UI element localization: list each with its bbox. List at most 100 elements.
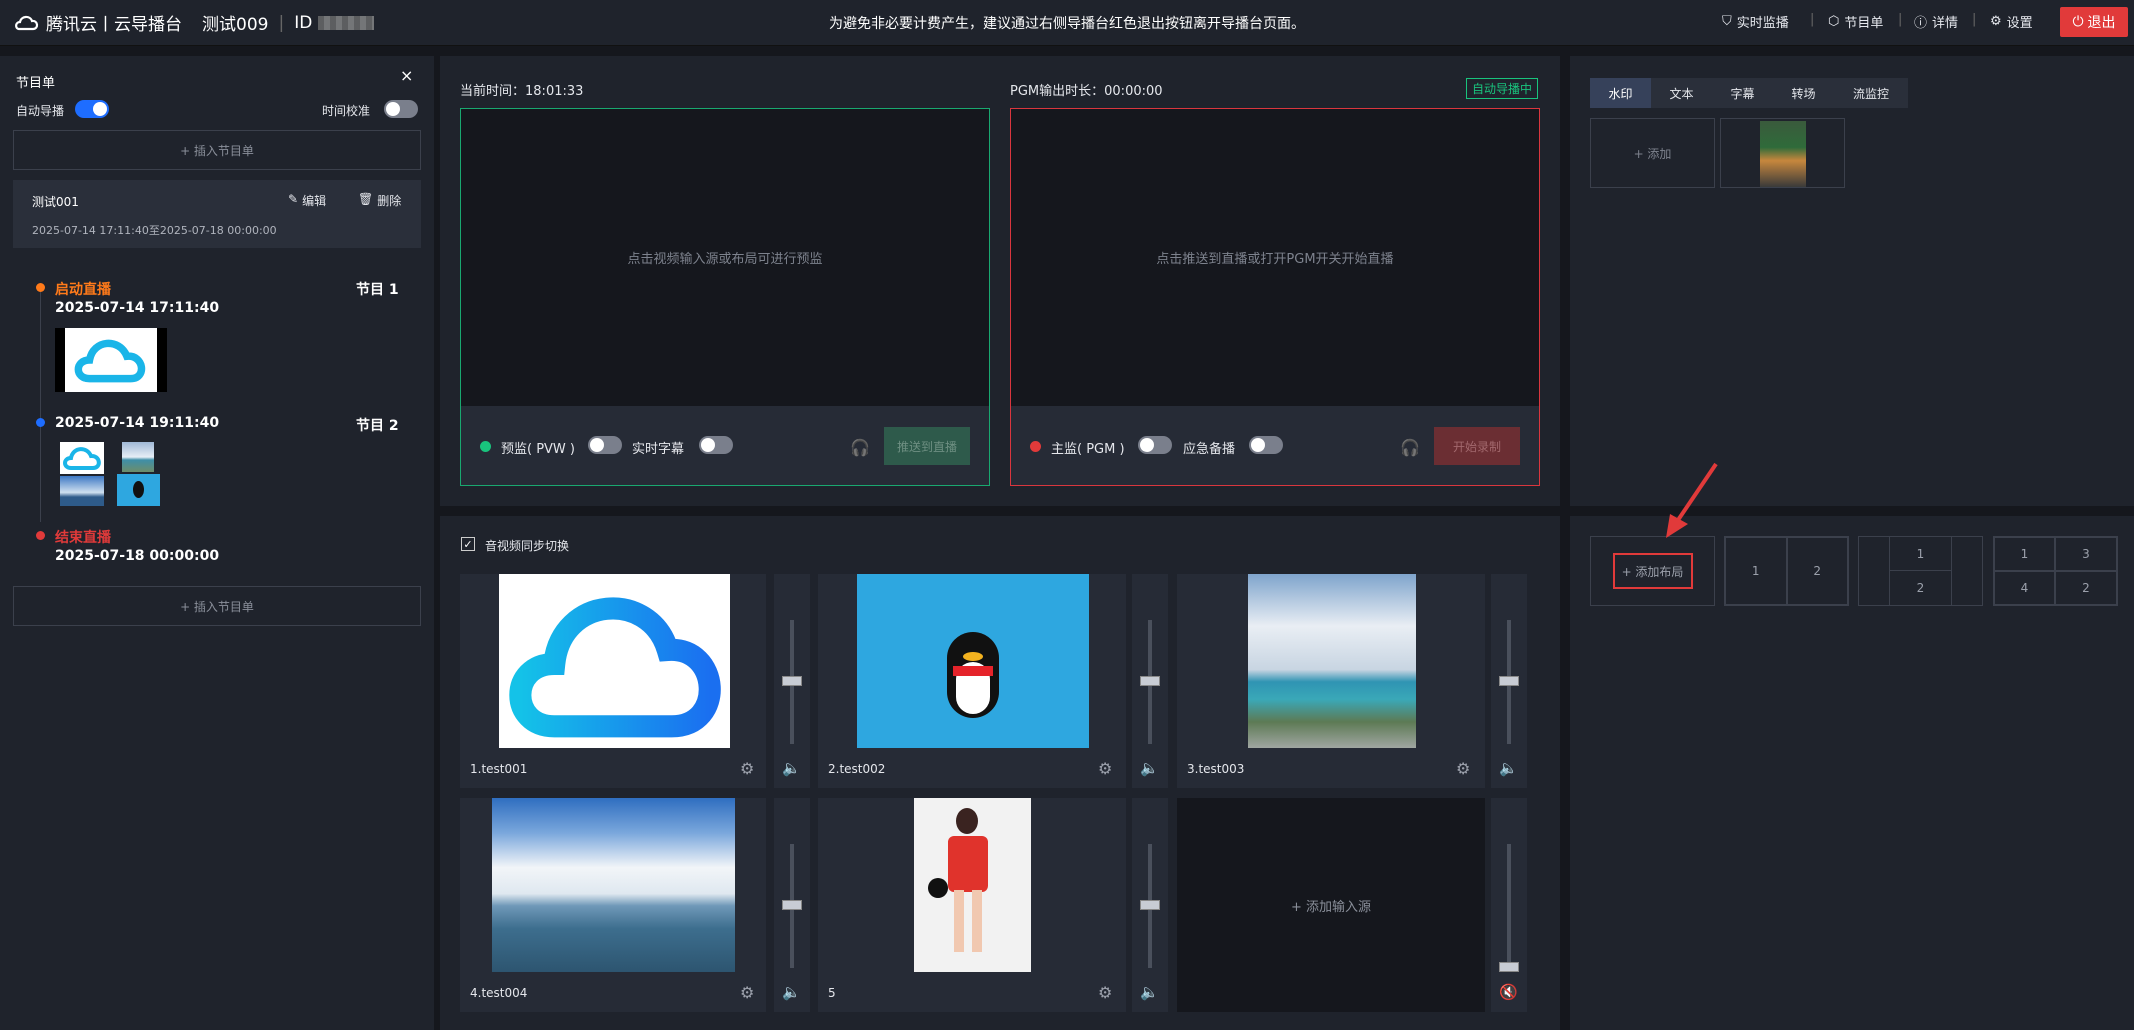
cloud-icon	[74, 339, 146, 383]
pencil-icon: ✎	[288, 192, 299, 206]
speaker-icon[interactable]: 🔈	[1140, 983, 1159, 1001]
volume-handle[interactable]	[782, 676, 802, 686]
headphones-muted-icon[interactable]: 🎧	[1400, 438, 1420, 457]
sync-checkbox[interactable]: ✓	[461, 537, 475, 551]
source-name-1: 1.test001	[470, 762, 528, 776]
settings-button[interactable]: ⚙ 设置	[1990, 12, 2033, 31]
edit-button[interactable]: ✎ 编辑	[288, 192, 326, 209]
auto-director-badge: 自动导播中	[1466, 78, 1539, 99]
power-icon: ⏻	[2072, 14, 2084, 30]
cube-icon: ⬡	[1828, 14, 1840, 29]
time-calibration-toggle[interactable]	[384, 100, 418, 118]
pgm-duration: PGM输出时长：00:00:00	[1010, 84, 1163, 99]
timeline-dot-mid	[36, 418, 45, 427]
timeline-time-2: 2025-07-14 19:11:40	[55, 415, 220, 431]
timeline-thumbnail-2d[interactable]	[117, 474, 160, 506]
volume-handle[interactable]	[1140, 900, 1160, 910]
timeline-section-2: 节目 2	[356, 418, 399, 434]
layout-two-split[interactable]: 1 2	[1724, 536, 1849, 606]
speaker-icon[interactable]: 🔈	[1499, 759, 1518, 777]
add-watermark-button[interactable]: + 添加	[1590, 118, 1715, 188]
gear-icon[interactable]: ⚙	[1456, 759, 1470, 778]
sync-label: 音视频同步切换	[485, 539, 570, 553]
source-name-2: 2.test002	[828, 762, 886, 776]
start-recording-button[interactable]: 开始录制	[1434, 427, 1520, 465]
layout-cell: 1	[1890, 537, 1951, 571]
details-button[interactable]: ⓘ 详情	[1914, 12, 1958, 31]
current-time: 当前时间：18:01:33	[460, 84, 584, 99]
source-thumbnail-4[interactable]	[492, 798, 735, 972]
timeline-thumbnail-2c[interactable]	[60, 476, 104, 506]
auto-director-toggle[interactable]	[75, 100, 109, 118]
layout-four-grid[interactable]: 1 3 4 2	[1993, 536, 2118, 606]
add-layout-button[interactable]: + 添加布局	[1612, 553, 1693, 589]
close-icon[interactable]: ×	[400, 66, 413, 85]
layout-cell: 2	[2055, 571, 2117, 605]
tab-stream-monitor[interactable]: 流监控	[1834, 78, 1908, 108]
source-name-3: 3.test003	[1187, 762, 1245, 776]
volume-handle[interactable]	[1140, 676, 1160, 686]
volume-handle[interactable]	[782, 900, 802, 910]
source-name-4: 4.test004	[470, 986, 528, 1000]
layout-cell: 1	[1725, 537, 1787, 605]
tab-text[interactable]: 文本	[1651, 78, 1712, 108]
layout-cell: 1	[1994, 537, 2055, 571]
time-calibration-label: 时间校准	[322, 104, 371, 118]
speaker-icon[interactable]: 🔈	[782, 759, 801, 777]
source-thumbnail-3[interactable]	[1248, 574, 1416, 748]
add-input-source-button[interactable]: + 添加输入源	[1177, 798, 1485, 1012]
program-list-button[interactable]: ⬡ 节目单	[1828, 12, 1883, 31]
annotation-arrow-icon	[1666, 462, 1718, 538]
insert-program-button-top[interactable]: + 插入节目单	[13, 130, 421, 170]
speaker-muted-icon[interactable]: 🔇	[1499, 983, 1518, 1001]
tab-watermark[interactable]: 水印	[1590, 78, 1651, 108]
timeline-end-label: 结束直播	[55, 530, 111, 546]
timeline-line	[40, 292, 41, 522]
timeline-thumbnail-2b[interactable]	[122, 442, 154, 472]
gear-icon[interactable]: ⚙	[740, 759, 754, 778]
pgm-toggle[interactable]	[1138, 436, 1172, 454]
source-thumbnail-2[interactable]	[857, 574, 1089, 748]
delete-button[interactable]: 🗑 删除	[358, 192, 401, 209]
exit-button[interactable]: ⏻ 退出	[2060, 7, 2128, 37]
layout-vertical-stack[interactable]: 1 2	[1858, 536, 1983, 606]
headphones-muted-icon[interactable]: 🎧	[850, 438, 870, 457]
tab-transition[interactable]: 转场	[1773, 78, 1834, 108]
cloud-icon	[63, 447, 101, 470]
gear-icon: ⚙	[1990, 14, 2002, 29]
program-name: 测试001	[32, 195, 79, 209]
timeline-thumbnail-2a[interactable]	[60, 442, 104, 474]
insert-program-button-bottom[interactable]: + 插入节目单	[13, 586, 421, 626]
cloud-icon	[509, 597, 721, 738]
timeline-thumbnail-1[interactable]	[55, 328, 167, 392]
backup-toggle[interactable]	[1249, 436, 1283, 454]
penguin-icon	[943, 632, 1003, 722]
gear-icon[interactable]: ⚙	[1098, 983, 1112, 1002]
volume-handle[interactable]	[1499, 962, 1519, 972]
pvw-toggle[interactable]	[588, 436, 622, 454]
speaker-icon[interactable]: 🔈	[1140, 759, 1159, 777]
add-layout-box[interactable]: + 添加布局	[1590, 536, 1715, 606]
timeline-time-3: 2025-07-18 00:00:00	[55, 548, 220, 564]
live-monitor-button[interactable]: ⛉ 实时监播	[1722, 12, 1789, 31]
volume-track	[1507, 844, 1511, 968]
pgm-status-dot	[1030, 441, 1041, 452]
auto-director-label: 自动导播	[16, 104, 65, 118]
program-placeholder: 点击推送到直播或打开PGM开关开始直播	[1156, 252, 1394, 267]
volume-handle[interactable]	[1499, 676, 1519, 686]
tab-subtitle[interactable]: 字幕	[1712, 78, 1773, 108]
layout-cell: 4	[1994, 571, 2055, 605]
speaker-icon[interactable]: 🔈	[782, 983, 801, 1001]
timeline-dot-end	[36, 531, 45, 540]
push-to-live-button[interactable]: 推送到直播	[884, 427, 970, 465]
subtitle-toggle[interactable]	[699, 436, 733, 454]
pgm-label: 主监( PGM )	[1051, 442, 1125, 457]
source-thumbnail-5[interactable]	[914, 798, 1031, 972]
gear-icon[interactable]: ⚙	[740, 983, 754, 1002]
watermark-item[interactable]	[1720, 118, 1845, 188]
timeline-time-1: 2025-07-14 17:11:40	[55, 300, 220, 316]
source-thumbnail-1[interactable]	[499, 574, 730, 748]
pvw-status-dot	[480, 441, 491, 452]
timeline-dot-start	[36, 283, 45, 292]
gear-icon[interactable]: ⚙	[1098, 759, 1112, 778]
